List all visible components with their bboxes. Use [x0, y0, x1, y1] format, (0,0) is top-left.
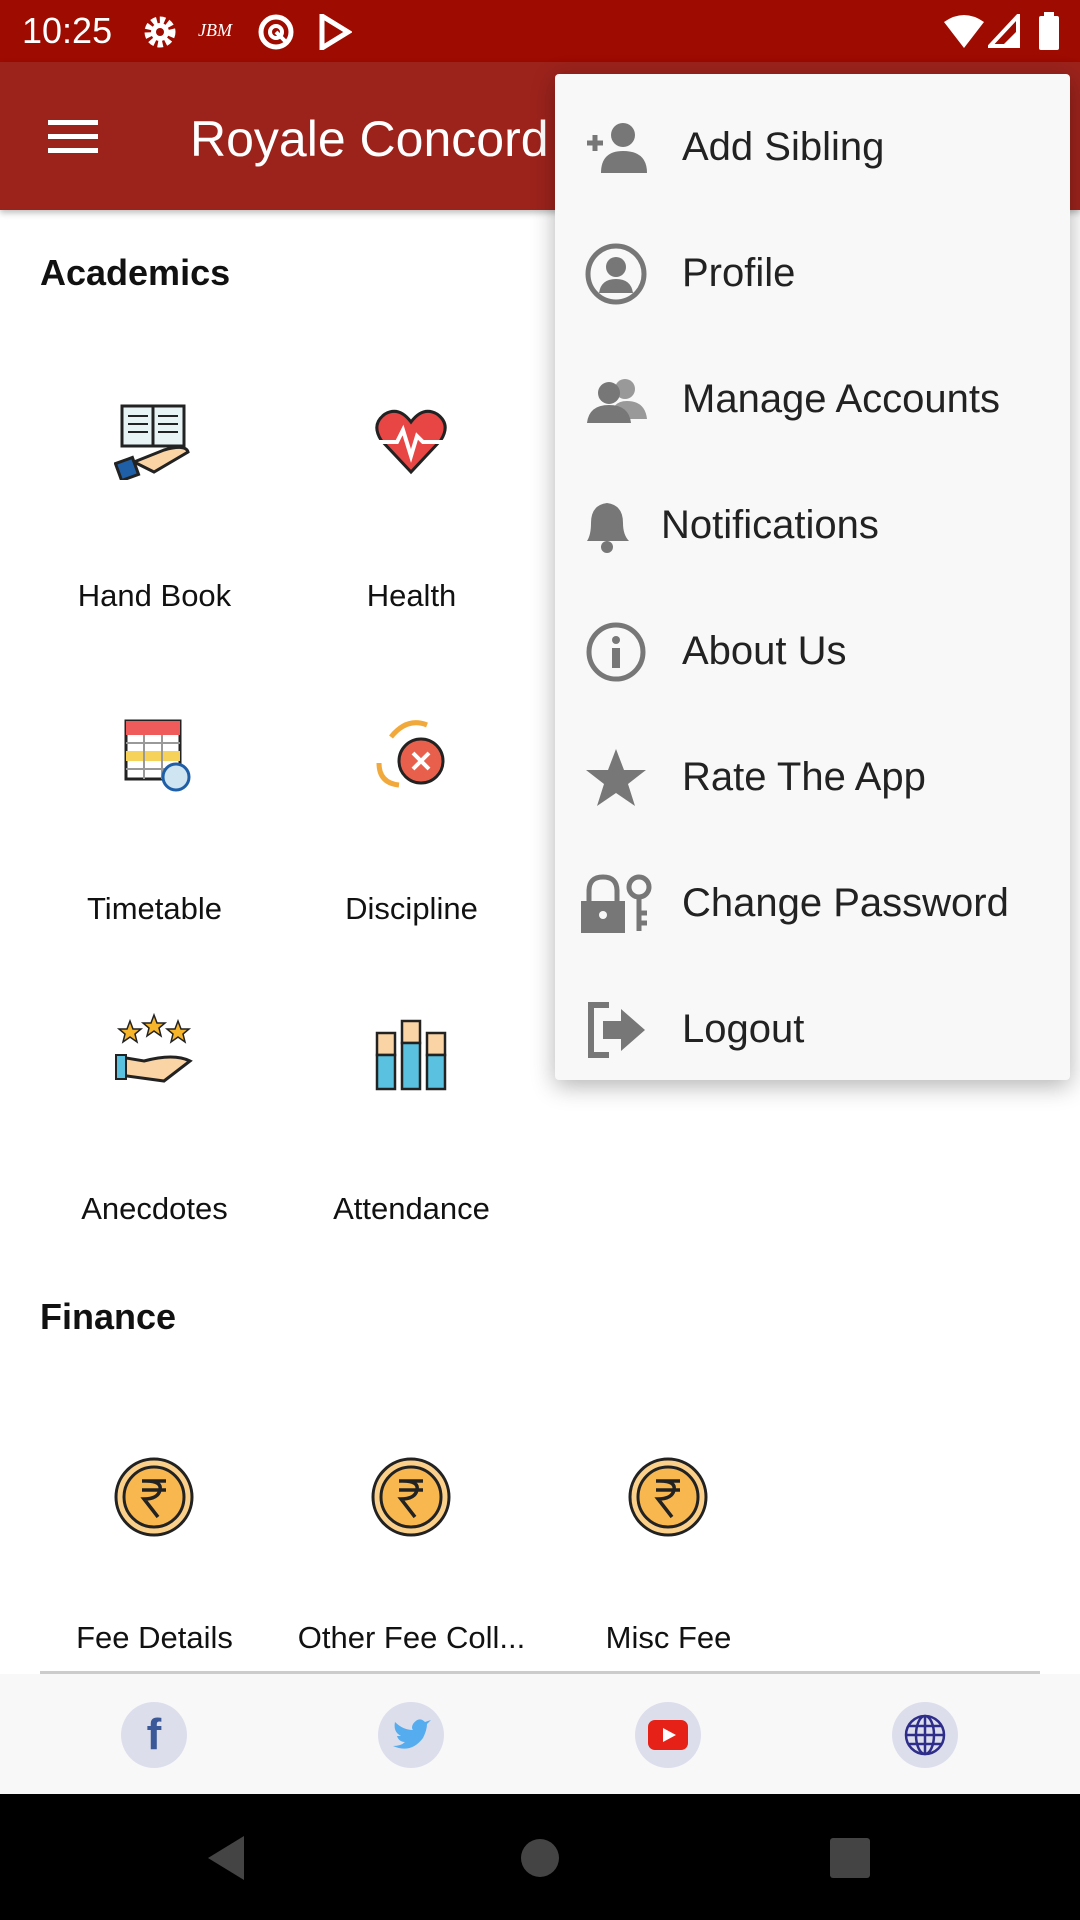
lock-key-icon	[581, 874, 652, 933]
menu-item-about-us[interactable]: About Us	[555, 589, 1070, 715]
discipline-icon	[376, 720, 445, 788]
finance-heading: Finance	[40, 1296, 177, 1337]
tile-label: Hand Book	[77, 578, 232, 613]
menu-item-notifications[interactable]: Notifications	[555, 463, 1070, 589]
rupee-coin-icon	[371, 1457, 451, 1537]
social-footer: f	[0, 1674, 1080, 1794]
website-button[interactable]	[892, 1702, 958, 1768]
signal-icon	[988, 14, 1020, 48]
status-bar: 10:25 JBM	[0, 0, 1080, 62]
globe-icon	[904, 1714, 946, 1756]
facebook-button[interactable]: f	[121, 1702, 187, 1768]
system-nav-bar	[0, 1794, 1080, 1920]
menu-item-label: Notifications	[661, 503, 879, 547]
status-time: 10:25	[22, 10, 113, 51]
youtube-icon	[648, 1720, 688, 1750]
menu-item-label: Logout	[682, 1007, 805, 1051]
handbook-icon	[114, 404, 190, 480]
app-title: Royale Concord	[190, 111, 549, 167]
recents-icon[interactable]	[830, 1838, 870, 1878]
tile-label: Health	[366, 578, 457, 613]
tile-label: Other Fee Coll...	[297, 1620, 526, 1655]
jbm-icon: JBM	[198, 20, 232, 40]
profile-icon	[585, 243, 647, 305]
star-icon	[586, 749, 646, 806]
heart-icon	[371, 409, 451, 475]
menu-item-label: Add Sibling	[682, 125, 885, 169]
back-icon[interactable]	[204, 1836, 244, 1880]
play-store-icon	[319, 14, 352, 50]
menu-item-logout[interactable]: Logout	[555, 967, 1070, 1093]
tile-label: Anecdotes	[81, 1191, 228, 1226]
menu-item-label: Manage Accounts	[682, 377, 1000, 421]
menu-item-label: Profile	[682, 251, 796, 295]
tile-label: Misc Fee	[605, 1620, 732, 1655]
tile-label: Fee Details	[76, 1620, 233, 1655]
tile-label: Timetable	[87, 891, 222, 926]
academics-heading: Academics	[40, 252, 231, 293]
gear-icon	[144, 16, 176, 48]
raised-hands-icon	[375, 1019, 447, 1091]
menu-item-add-sibling[interactable]: Add Sibling	[555, 85, 1070, 211]
vpn-icon	[258, 14, 294, 50]
rupee-coin-icon	[628, 1457, 708, 1537]
overflow-menu: Add Sibling Profile Manage Accounts Noti…	[555, 74, 1070, 1080]
home-icon[interactable]	[520, 1838, 560, 1878]
menu-item-change-password[interactable]: Change Password	[555, 841, 1070, 967]
stars-hand-icon	[115, 1013, 193, 1083]
tile-label: Attendance	[333, 1191, 490, 1226]
twitter-icon	[393, 1719, 431, 1749]
menu-item-label: About Us	[682, 629, 847, 673]
menu-item-manage-accounts[interactable]: Manage Accounts	[555, 337, 1070, 463]
menu-item-profile[interactable]: Profile	[555, 211, 1070, 337]
logout-icon	[588, 1002, 645, 1058]
bell-icon	[587, 503, 629, 553]
youtube-button[interactable]	[635, 1702, 701, 1768]
wifi-icon	[944, 15, 984, 48]
menu-item-rate-the-app[interactable]: Rate The App	[555, 715, 1070, 841]
rupee-coin-icon	[114, 1457, 194, 1537]
hamburger-icon[interactable]	[48, 120, 98, 154]
info-icon	[586, 622, 646, 682]
battery-icon	[1039, 12, 1059, 50]
add-person-icon	[587, 123, 647, 173]
facebook-icon: f	[146, 1710, 162, 1759]
people-icon	[587, 379, 647, 423]
tile-label: Discipline	[345, 891, 478, 926]
menu-item-label: Rate The App	[682, 755, 926, 799]
calendar-icon	[124, 719, 191, 792]
twitter-button[interactable]	[378, 1702, 444, 1768]
menu-item-label: Change Password	[682, 881, 1009, 925]
